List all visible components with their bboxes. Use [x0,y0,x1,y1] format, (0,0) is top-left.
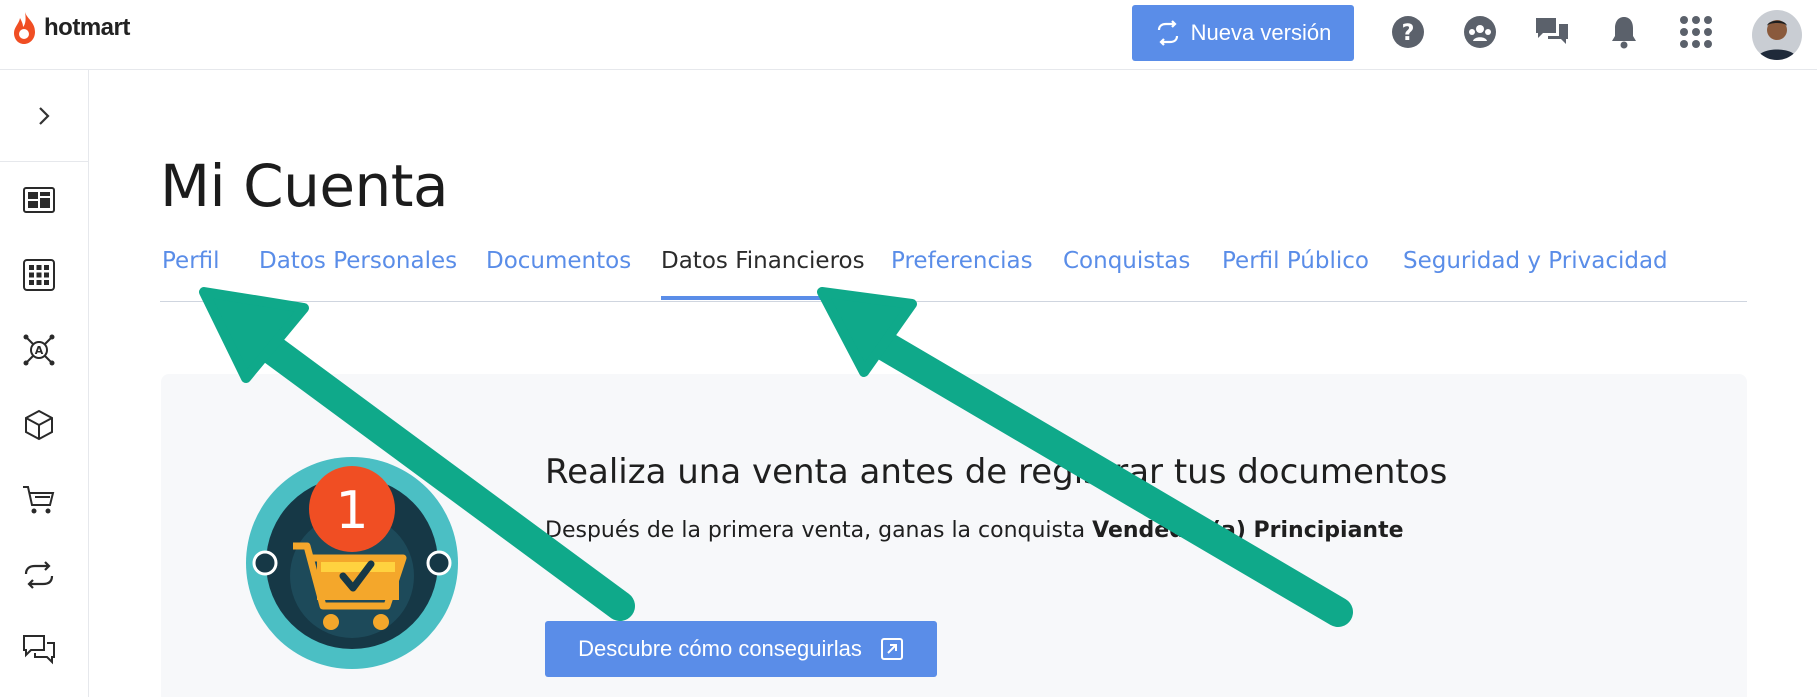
discover-achievements-button[interactable]: Descubre cómo conseguirlas [545,621,937,677]
svg-text:?: ? [1402,21,1415,46]
card-title: Realiza una venta antes de registrar tus… [545,452,1448,492]
account-tabs: Perfil Datos Personales Documentos Datos… [160,246,1747,302]
achievement-name: Vendedor(a) Principiante [1092,518,1404,543]
tab-perfil[interactable]: Perfil [162,248,220,300]
cart-icon[interactable] [20,481,58,519]
achievement-badge: 1 [245,456,459,670]
card-description-text: Después de la primera venta, ganas la co… [545,518,1093,543]
top-bar: hotmart Nueva versión ? [0,0,1817,70]
affiliate-network-icon[interactable]: A [20,331,58,369]
tab-preferencias[interactable]: Preferencias [891,248,1033,300]
apps-icon[interactable] [20,256,58,294]
bell-icon[interactable] [1605,13,1643,51]
new-version-button[interactable]: Nueva versión [1132,5,1354,61]
sidebar-expand-button[interactable] [0,70,88,162]
external-link-icon [880,638,903,660]
messages-icon[interactable] [20,631,58,669]
tab-perfil-publico[interactable]: Perfil Público [1222,248,1369,300]
flame-icon [14,12,35,44]
user-avatar[interactable] [1752,10,1802,60]
tab-datos-personales[interactable]: Datos Personales [259,248,457,300]
community-icon[interactable] [1461,13,1499,51]
tab-datos-financieros[interactable]: Datos Financieros [661,248,865,300]
new-version-label: Nueva versión [1190,20,1332,45]
product-box-icon[interactable] [20,406,58,444]
sidebar: A [0,70,89,697]
card-description: Después de la primera venta, ganas la co… [545,518,1404,543]
help-icon[interactable]: ? [1389,13,1427,51]
switch-icon [1157,20,1178,46]
logo-text: hotmart [44,14,130,41]
cta-label: Descubre cómo conseguirlas [578,636,862,661]
page-title: Mi Cuenta [160,152,449,220]
tab-documentos[interactable]: Documentos [486,248,631,300]
svg-text:A: A [35,344,44,357]
tab-seguridad-privacidad[interactable]: Seguridad y Privacidad [1403,248,1668,300]
hotmart-logo[interactable]: hotmart [10,10,130,46]
dashboard-icon[interactable] [20,181,58,219]
badge-number: 1 [335,481,368,541]
apps-grid-icon[interactable] [1677,13,1715,51]
chevron-right-icon [39,106,50,125]
refresh-icon[interactable] [20,556,58,594]
tab-conquistas[interactable]: Conquistas [1063,248,1190,300]
chat-icon[interactable] [1533,13,1571,51]
